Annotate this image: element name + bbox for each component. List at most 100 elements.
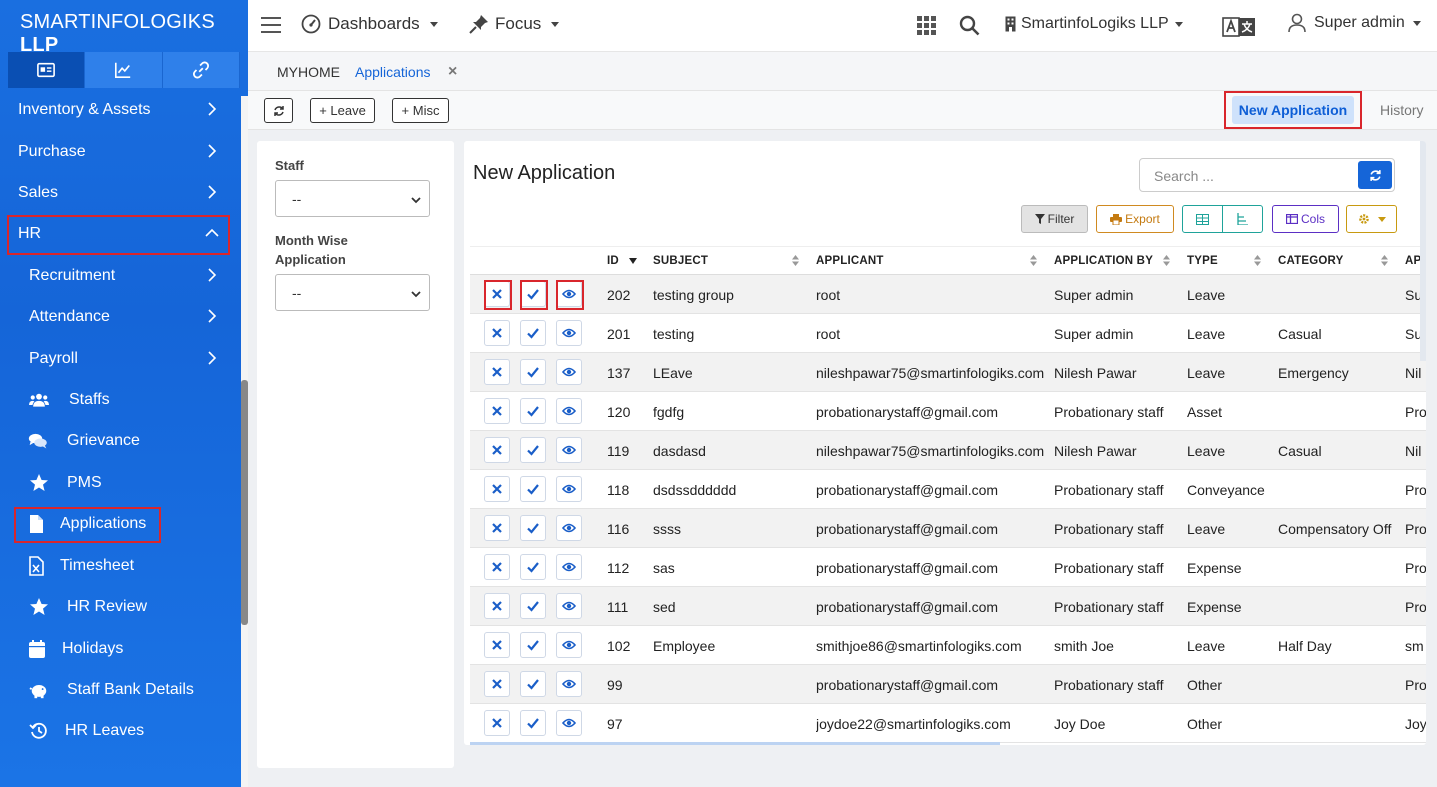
column-header-subject[interactable]: SUBJECT (653, 255, 708, 267)
sidebar-item-holidays[interactable]: Holidays (0, 629, 241, 669)
sidebar-item-purchase[interactable]: Purchase (0, 132, 241, 172)
hamburger-menu-button[interactable] (261, 16, 281, 34)
add-leave-button[interactable]: + Leave (310, 98, 375, 123)
approve-button[interactable] (520, 710, 546, 736)
view-button[interactable] (556, 398, 582, 424)
sidebar-item-pms[interactable]: PMS (0, 463, 241, 503)
reject-button[interactable] (484, 710, 510, 736)
reject-button[interactable] (484, 515, 510, 541)
view-button[interactable] (556, 593, 582, 619)
table-row[interactable]: 111 sed probationarystaff@gmail.com Probati… (470, 587, 1426, 626)
language-button[interactable] (1222, 16, 1256, 38)
sort-icon[interactable] (1030, 255, 1037, 266)
global-search-button[interactable] (959, 15, 980, 36)
table-row[interactable]: 99 probationarystaff@gmail.com Probationar… (470, 665, 1426, 704)
column-header-ap[interactable]: AP (1405, 255, 1421, 267)
approve-button[interactable] (520, 593, 546, 619)
approve-button[interactable] (520, 515, 546, 541)
view-button[interactable] (556, 710, 582, 736)
view-button[interactable] (556, 359, 582, 385)
columns-button[interactable]: Cols (1272, 205, 1339, 233)
sidebar-tab-reports[interactable] (85, 52, 163, 88)
reject-button[interactable] (484, 359, 510, 385)
history-tab[interactable]: History (1380, 102, 1424, 118)
sidebar-tab-profile[interactable] (8, 52, 86, 88)
sidebar-item-sales[interactable]: Sales (0, 173, 241, 213)
search-input[interactable]: Search ... (1154, 168, 1214, 184)
approve-button[interactable] (520, 320, 546, 346)
table-row[interactable]: 120 fgdfg probationarystaff@gmail.com Proba… (470, 392, 1426, 431)
apps-grid-button[interactable] (917, 16, 936, 35)
close-tab-icon[interactable]: × (448, 63, 457, 81)
refresh-button[interactable] (264, 98, 293, 123)
approve-button[interactable] (520, 632, 546, 658)
column-header-applicant[interactable]: APPLICANT (816, 255, 884, 267)
view-button[interactable] (556, 515, 582, 541)
sort-icon[interactable] (792, 255, 799, 266)
sort-icon[interactable] (1163, 255, 1170, 266)
sidebar-scrollbar-thumb[interactable] (241, 380, 248, 625)
table-row[interactable]: 116 ssss probationarystaff@gmail.com Probat… (470, 509, 1426, 548)
sidebar-item-payroll[interactable]: Payroll (0, 339, 241, 379)
sidebar-item-staff-bank-details[interactable]: Staff Bank Details (0, 670, 241, 710)
settings-dropdown-button[interactable] (1346, 205, 1397, 233)
sidebar-item-attendance[interactable]: Attendance (0, 297, 241, 337)
sidebar-item-staffs[interactable]: Staffs (0, 380, 241, 420)
sidebar-tab-links[interactable] (162, 52, 240, 88)
reject-button[interactable] (484, 632, 510, 658)
table-horizontal-scrollbar[interactable] (470, 742, 1000, 745)
approve-button[interactable] (520, 554, 546, 580)
column-header-category[interactable]: CATEGORY (1278, 255, 1344, 267)
approve-button[interactable] (520, 437, 546, 463)
sidebar-item-timesheet[interactable]: Timesheet (0, 546, 241, 586)
sort-icon[interactable] (1381, 255, 1388, 266)
table-row[interactable]: 112 sas probationarystaff@gmail.com Probati… (470, 548, 1426, 587)
tree-view-button[interactable] (1223, 206, 1263, 232)
table-row[interactable]: 201 testing root Super admin Leave Casual Su (470, 314, 1426, 353)
column-header-id[interactable]: ID (607, 255, 619, 267)
sort-icon[interactable] (1254, 255, 1261, 266)
approve-button[interactable] (520, 671, 546, 697)
reject-button[interactable] (484, 320, 510, 346)
reject-button[interactable] (484, 437, 510, 463)
breadcrumb-current-tab[interactable]: Applications (355, 64, 431, 80)
sort-desc-icon[interactable] (629, 258, 637, 264)
focus-dropdown[interactable]: Focus (469, 14, 560, 34)
sidebar-item-hr-leaves[interactable]: HR Leaves (0, 711, 241, 751)
reject-button[interactable] (484, 398, 510, 424)
view-button[interactable] (556, 671, 582, 697)
approve-button[interactable] (520, 398, 546, 424)
table-row[interactable]: 97 joydoe22@smartinfologiks.com Joy Doe Oth… (470, 704, 1426, 743)
table-row[interactable]: 137 LEave nileshpawar75@smartinfologiks.co… (470, 353, 1426, 392)
sidebar-item-grievance[interactable]: Grievance (0, 421, 241, 461)
staff-filter-select[interactable]: -- (275, 180, 430, 217)
dashboards-dropdown[interactable]: Dashboards (301, 14, 438, 34)
column-header-application-by[interactable]: APPLICATION BY (1054, 255, 1153, 267)
reject-button[interactable] (484, 671, 510, 697)
view-button[interactable] (556, 554, 582, 580)
view-button[interactable] (556, 437, 582, 463)
breadcrumb-home[interactable]: MYHOME (277, 64, 340, 80)
table-row[interactable]: 119 dasdasd nileshpawar75@smartinfologiks.… (470, 431, 1426, 470)
table-view-button[interactable] (1183, 206, 1223, 232)
sidebar-item-recruitment[interactable]: Recruitment (0, 256, 241, 296)
table-row[interactable]: 102 Employee smithjoe86@smartinfologiks.co… (470, 626, 1426, 665)
user-menu-dropdown[interactable]: Super admin (1287, 13, 1421, 33)
table-vertical-scrollbar[interactable] (1420, 141, 1426, 361)
approve-button[interactable] (520, 359, 546, 385)
filter-button[interactable]: Filter (1021, 205, 1088, 233)
reject-button[interactable] (484, 554, 510, 580)
view-button[interactable] (556, 632, 582, 658)
sidebar-item-inventory[interactable]: Inventory & Assets (0, 90, 241, 130)
export-button[interactable]: Export (1096, 205, 1174, 233)
search-refresh-button[interactable] (1358, 161, 1392, 189)
reject-button[interactable] (484, 476, 510, 502)
approve-button[interactable] (520, 476, 546, 502)
view-button[interactable] (556, 476, 582, 502)
column-header-type[interactable]: TYPE (1187, 255, 1218, 267)
company-dropdown[interactable]: SmartinfoLogiks LLP (1005, 15, 1183, 33)
sidebar-item-hr-review[interactable]: HR Review (0, 587, 241, 627)
table-row[interactable]: 202 testing group root Super admin Leave Su (470, 275, 1426, 314)
view-button[interactable] (556, 320, 582, 346)
brand-logo[interactable]: SMARTINFOLOGIKS LLP (20, 11, 248, 57)
